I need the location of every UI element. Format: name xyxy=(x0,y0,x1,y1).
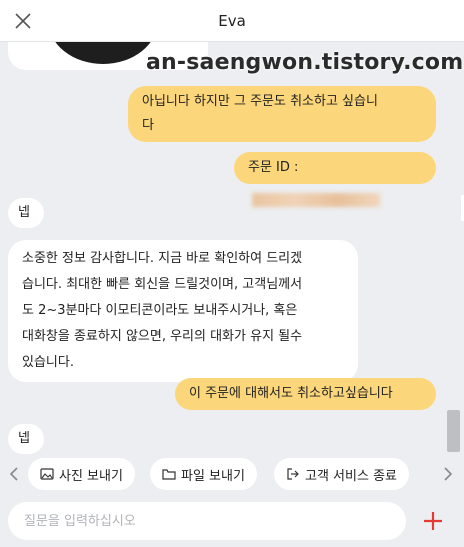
chevron-left-icon xyxy=(9,467,18,481)
message-input[interactable] xyxy=(24,513,406,529)
message-input-container xyxy=(8,502,406,540)
watermark-text: an-saengwon.tistory.com xyxy=(146,50,464,75)
send-file-button[interactable]: 파일 보내기 xyxy=(150,458,257,490)
message-text: 넵 xyxy=(18,431,30,446)
message-line: 아닙니다 하지만 그 주문도 취소하고 싶습니 xyxy=(142,94,378,109)
shared-image xyxy=(48,42,158,64)
message-line: 소중한 정보 감사합니다. 지금 바로 확인하여 드리겠 xyxy=(22,251,303,266)
quick-actions-bar: 사진 보내기 파일 보내기 고객 서비스 종료 xyxy=(0,454,464,494)
agent-message: 넵 xyxy=(8,424,44,454)
chat-title: Eva xyxy=(218,12,246,30)
message-line: 다 xyxy=(142,118,154,133)
folder-icon xyxy=(162,469,176,480)
end-service-button[interactable]: 고객 서비스 종료 xyxy=(274,458,409,490)
message-line: 있습니다. xyxy=(22,355,74,370)
end-service-label: 고객 서비스 종료 xyxy=(305,468,397,484)
send-photo-button[interactable]: 사진 보내기 xyxy=(28,458,135,490)
chat-header: Eva xyxy=(0,0,464,42)
chat-scrollbar[interactable] xyxy=(447,410,460,452)
actions-prev-button[interactable] xyxy=(6,465,22,483)
message-line: 습니다. 최대한 빠른 회신을 드릴것이며, 고객님께서 xyxy=(22,277,303,292)
message-line: 도 2~3분마다 이모티콘이라도 보내주시거나, 혹은 xyxy=(22,303,298,318)
user-message: 이 주문에 대해서도 취소하고싶습니다 xyxy=(175,378,436,410)
send-photo-label: 사진 보내기 xyxy=(59,468,123,484)
chevron-right-icon xyxy=(444,467,453,481)
attach-plus-button[interactable] xyxy=(418,506,448,536)
send-file-label: 파일 보내기 xyxy=(181,468,245,484)
image-icon xyxy=(40,468,54,480)
user-message: 아닙니다 하지만 그 주문도 취소하고 싶습니 다 xyxy=(128,86,436,142)
actions-next-button[interactable] xyxy=(440,465,456,483)
order-id-label: 주문 ID : xyxy=(248,160,299,175)
message-text: 넵 xyxy=(18,205,30,220)
chat-messages[interactable]: an-saengwon.tistory.com 아닙니다 하지만 그 주문도 취… xyxy=(0,42,464,454)
plus-icon xyxy=(424,512,442,530)
redacted-order-id xyxy=(252,192,380,207)
exit-icon xyxy=(287,468,299,480)
agent-message: 소중한 정보 감사합니다. 지금 바로 확인하여 드리겠 습니다. 최대한 빠른… xyxy=(8,240,358,382)
agent-message: 넵 xyxy=(8,198,44,228)
message-line: 대화창을 종료하지 않으면, 우리의 대화가 유지 될수 xyxy=(22,329,303,344)
user-message: 주문 ID : xyxy=(234,152,436,207)
message-text: 이 주문에 대해서도 취소하고싶습니다 xyxy=(189,386,393,401)
